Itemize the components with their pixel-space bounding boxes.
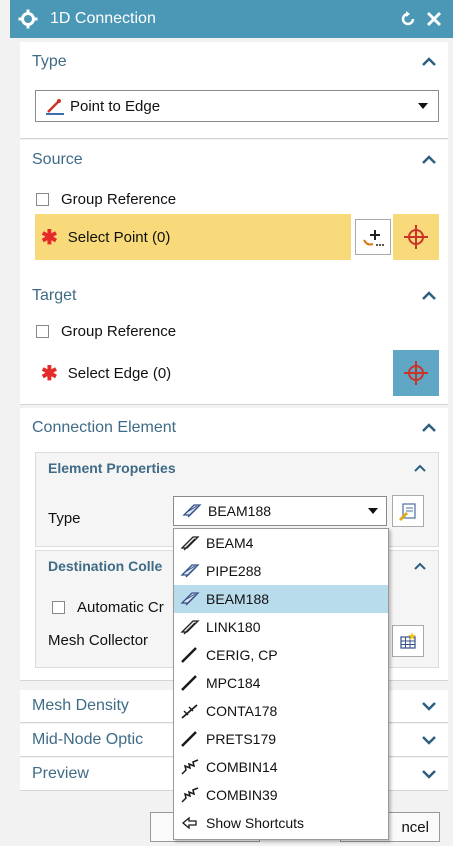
list-item-label: BEAM188 bbox=[206, 591, 270, 607]
spring-icon bbox=[181, 759, 199, 775]
mesh-collector-label: Mesh Collector bbox=[48, 632, 149, 649]
list-item-label: CERIG, CP bbox=[206, 647, 278, 663]
title-bar: 1D Connection bbox=[10, 0, 453, 38]
source-section-title: Source bbox=[32, 151, 83, 168]
list-item[interactable]: BEAM4 bbox=[174, 529, 388, 557]
automatic-creation-label: Automatic Cr bbox=[77, 598, 164, 616]
automatic-creation-option[interactable]: Automatic Cr bbox=[52, 596, 164, 618]
element-properties-edit-button[interactable] bbox=[392, 495, 424, 527]
pipe-icon bbox=[180, 564, 200, 578]
list-item-label: PRETS179 bbox=[206, 731, 277, 747]
list-item-label: COMBIN39 bbox=[206, 787, 278, 803]
beam188-icon bbox=[180, 592, 200, 606]
crosshair-select-button[interactable] bbox=[393, 214, 439, 260]
point-dialog-button[interactable] bbox=[355, 219, 391, 255]
list-item[interactable]: COMBIN39 bbox=[174, 781, 388, 809]
checkbox[interactable] bbox=[36, 324, 49, 338]
crosshair-icon bbox=[404, 225, 428, 249]
connection-element-header[interactable]: Connection Element bbox=[20, 408, 448, 448]
link-icon bbox=[180, 620, 200, 635]
list-item-label: CONTA178 bbox=[206, 703, 278, 719]
point-to-edge-icon bbox=[46, 99, 64, 115]
target-group-reference-label: Group Reference bbox=[61, 322, 177, 340]
select-edge-row[interactable]: ✱ Select Edge (0) bbox=[35, 350, 439, 396]
checkbox[interactable] bbox=[52, 600, 65, 614]
select-edge-label: Select Edge (0) bbox=[67, 364, 172, 382]
type-dropdown[interactable]: Point to Edge bbox=[35, 90, 439, 122]
element-type-list: BEAM4 PIPE288 BEAM188 LINK180 CERIG, CP … bbox=[173, 528, 389, 840]
required-star-icon: ✱ bbox=[41, 226, 58, 249]
select-point-label: Select Point (0) bbox=[67, 228, 171, 246]
element-properties-title: Element Properties bbox=[48, 460, 176, 476]
list-item-label: PIPE288 bbox=[206, 563, 262, 579]
beam-icon bbox=[180, 536, 200, 551]
dropdown-arrow-icon bbox=[418, 103, 428, 109]
required-star-icon: ✱ bbox=[41, 362, 58, 385]
list-item[interactable]: PRETS179 bbox=[174, 725, 388, 753]
source-group-reference[interactable]: Group Reference bbox=[36, 188, 448, 210]
element-type-label: Type bbox=[48, 510, 81, 527]
cancel-button-label: ncel bbox=[401, 818, 429, 836]
target-group-reference[interactable]: Group Reference bbox=[36, 320, 448, 342]
chevron-up-icon[interactable] bbox=[414, 562, 426, 571]
beam188-icon bbox=[182, 504, 202, 518]
list-item[interactable]: COMBIN14 bbox=[174, 753, 388, 781]
list-item-label: Show Shortcuts bbox=[206, 815, 305, 831]
reset-icon[interactable] bbox=[399, 10, 417, 28]
dropdown-arrow-icon bbox=[368, 507, 378, 514]
edit-properties-icon bbox=[399, 503, 416, 521]
source-group-reference-label: Group Reference bbox=[61, 190, 177, 208]
chevron-up-icon[interactable] bbox=[422, 423, 436, 433]
element-type-value: BEAM188 bbox=[208, 503, 272, 519]
chevron-down-icon[interactable] bbox=[422, 735, 436, 745]
crosshair-select-button[interactable] bbox=[393, 350, 439, 396]
type-dropdown-value: Point to Edge bbox=[70, 97, 161, 115]
checkbox[interactable] bbox=[36, 192, 49, 206]
show-shortcuts-item[interactable]: Show Shortcuts bbox=[174, 809, 388, 837]
line-icon bbox=[181, 731, 197, 747]
type-section-title: Type bbox=[32, 53, 67, 70]
list-item[interactable]: CONTA178 bbox=[174, 697, 388, 725]
destination-collector-title: Destination Colle bbox=[48, 558, 163, 574]
mid-node-title: Mid-Node Optic bbox=[32, 731, 144, 748]
target-section-header[interactable]: Target bbox=[20, 276, 448, 316]
mesh-collector-button[interactable] bbox=[392, 625, 424, 657]
list-item-label: BEAM4 bbox=[206, 535, 254, 551]
chevron-up-icon[interactable] bbox=[422, 57, 436, 67]
connection-element-title: Connection Element bbox=[32, 419, 177, 436]
element-properties-header[interactable]: Element Properties bbox=[36, 453, 438, 483]
chevron-up-icon[interactable] bbox=[414, 464, 426, 473]
chevron-up-icon[interactable] bbox=[422, 155, 436, 165]
crosshair-icon bbox=[404, 361, 428, 385]
window-title: 1D Connection bbox=[50, 10, 156, 27]
chevron-down-icon[interactable] bbox=[422, 701, 436, 711]
line-icon bbox=[181, 675, 197, 691]
list-item-label: LINK180 bbox=[206, 619, 261, 635]
list-item[interactable]: PIPE288 bbox=[174, 557, 388, 585]
spring-icon bbox=[181, 787, 199, 803]
gear-icon bbox=[18, 9, 38, 29]
preview-title: Preview bbox=[32, 765, 89, 782]
close-icon[interactable] bbox=[425, 10, 443, 28]
select-point-row[interactable]: ✱ Select Point (0) bbox=[35, 214, 439, 260]
chevron-up-icon[interactable] bbox=[422, 291, 436, 301]
target-section-title: Target bbox=[32, 287, 77, 304]
mesh-density-title: Mesh Density bbox=[32, 697, 129, 714]
list-item-label: COMBIN14 bbox=[206, 759, 278, 775]
arrow-left-icon bbox=[181, 816, 197, 830]
add-point-icon bbox=[363, 230, 384, 246]
list-item[interactable]: MPC184 bbox=[174, 669, 388, 697]
mesh-collector-icon bbox=[400, 632, 416, 649]
chevron-down-icon[interactable] bbox=[422, 769, 436, 779]
line-icon bbox=[181, 647, 197, 663]
list-item[interactable]: LINK180 bbox=[174, 613, 388, 641]
source-section-header[interactable]: Source bbox=[20, 140, 448, 180]
type-section-header[interactable]: Type bbox=[20, 42, 448, 82]
list-item[interactable]: CERIG, CP bbox=[174, 641, 388, 669]
list-item-selected[interactable]: BEAM188 bbox=[174, 585, 388, 613]
contact-icon bbox=[181, 704, 198, 719]
element-type-dropdown[interactable]: BEAM188 bbox=[173, 496, 387, 526]
list-item-label: MPC184 bbox=[206, 675, 261, 691]
